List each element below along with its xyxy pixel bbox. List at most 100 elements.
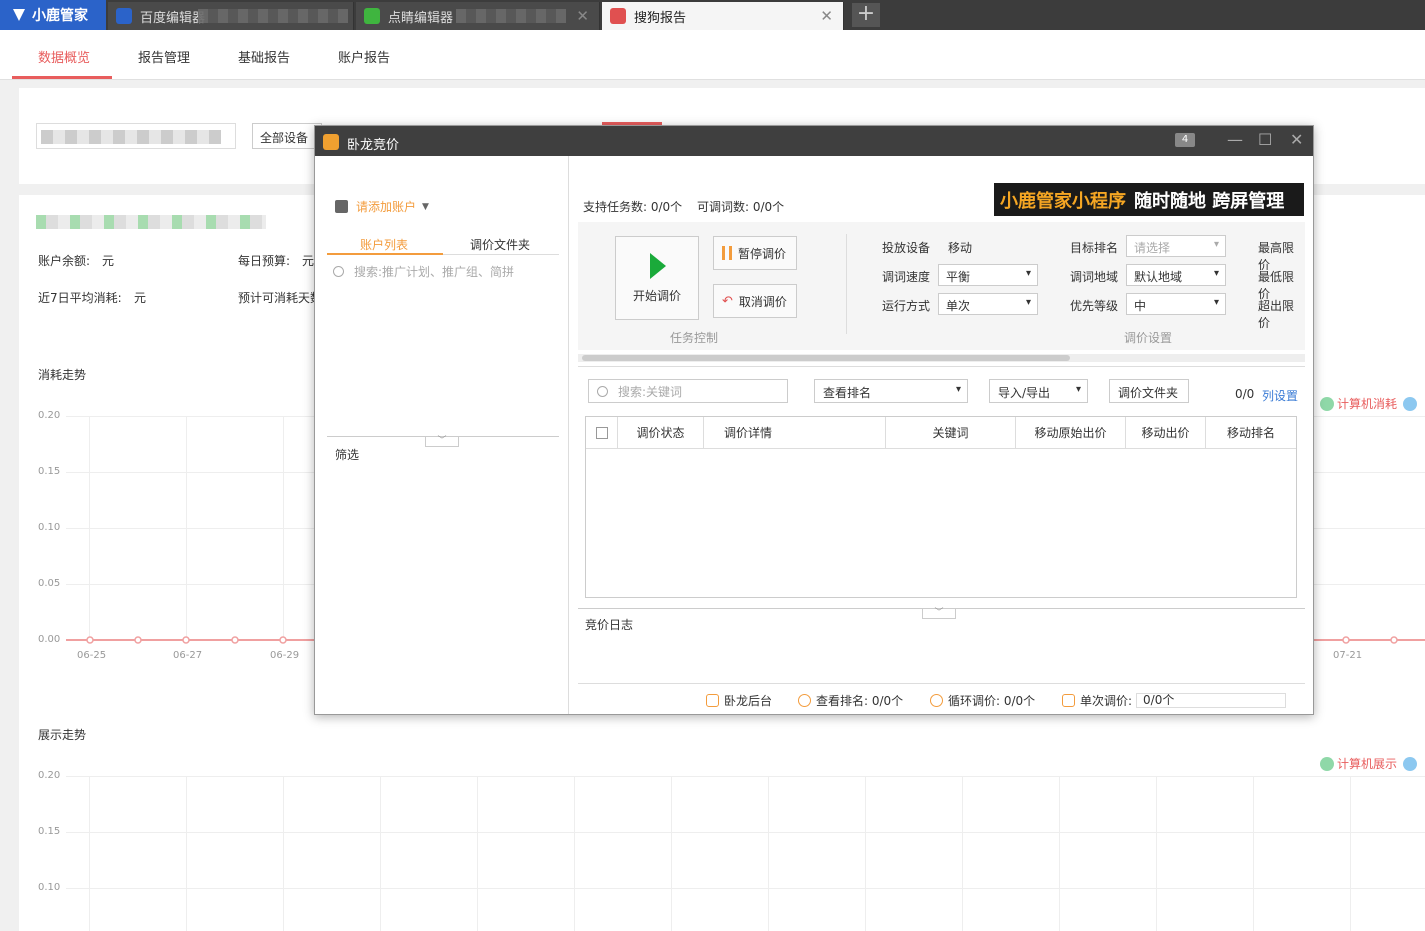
maximize-icon[interactable]: ☐ (1258, 130, 1272, 149)
mode-select[interactable]: 单次 (938, 293, 1038, 315)
cancel-label: 取消调价 (738, 294, 787, 309)
avg7-label: 近7日平均消耗: (38, 291, 122, 305)
nav-overview[interactable]: 数据概览 (38, 47, 90, 66)
balance-unit: 元 (102, 254, 115, 268)
close-icon[interactable]: ✕ (820, 7, 833, 25)
import-export-button[interactable]: 导入/导出 (989, 379, 1088, 403)
grid-line (1350, 776, 1351, 931)
add-account-button[interactable]: 请添加账户 ▼ (335, 198, 429, 215)
blurred-region (198, 9, 348, 23)
region-select[interactable]: 默认地域 (1126, 264, 1226, 286)
chart1-legend[interactable]: 计算机消耗 (1320, 395, 1420, 412)
keyword-search-input[interactable]: 搜索:关键词 (588, 379, 788, 403)
account-pane: 请添加账户 ▼ 账户列表 调价文件夹 搜索:推广计划、推广组、简拼 ﹀ 筛选 (315, 156, 569, 714)
avg7-unit: 元 (134, 291, 147, 305)
promo-app-name: 小鹿管家小程序 (1000, 190, 1126, 212)
device-select[interactable]: 全部设备 (252, 123, 322, 149)
tab-account-list[interactable]: 账户列表 (360, 236, 408, 253)
single-bid-status[interactable]: 单次调价: 0/0个 (1062, 692, 1287, 709)
price-folder-button[interactable]: 调价文件夹 (1109, 379, 1189, 403)
blurred-account-name (36, 215, 266, 229)
close-icon[interactable]: ✕ (1290, 130, 1303, 149)
collapse-toggle-icon[interactable]: ﹀ (425, 437, 459, 447)
notification-badge[interactable]: 4 (1175, 133, 1195, 147)
kw-search-placeholder: 搜索:关键词 (618, 384, 683, 399)
scrollbar-thumb[interactable] (582, 355, 1070, 361)
account-search-input[interactable]: 搜索:推广计划、推广组、简拼 (333, 263, 514, 280)
grid-line (186, 776, 187, 931)
close-icon[interactable]: ✕ (576, 7, 589, 25)
minimize-icon[interactable]: — (1227, 130, 1243, 149)
tab-price-folder[interactable]: 调价文件夹 (470, 236, 530, 253)
dialog-titlebar[interactable]: 卧龙竞价 4 — ☐ ✕ (315, 126, 1313, 156)
nav-account-report[interactable]: 账户报告 (338, 47, 390, 66)
grid-line (186, 416, 187, 640)
start-label: 开始调价 (632, 289, 681, 303)
select-all-cell (586, 417, 618, 449)
start-bidding-button[interactable]: 开始调价 (615, 236, 699, 320)
tab-label: 百度编辑器 (140, 10, 206, 26)
y-tick: 0.15 (38, 466, 61, 477)
col-mobile-bid[interactable]: 移动出价 (1126, 417, 1206, 449)
bidding-pane: 支持任务数: 0/0个 可调词数: 0/0个 小鹿管家小程序 随时随地 跨屏管理… (570, 156, 1313, 714)
view-rank-status[interactable]: 查看排名: 0/0个 (798, 692, 903, 709)
select-all-checkbox[interactable] (596, 427, 608, 439)
filter-label[interactable]: 筛选 (335, 446, 359, 463)
tab-baidu-editor[interactable]: 百度编辑器 (108, 2, 354, 30)
view-rank-select[interactable]: 查看排名 (814, 379, 968, 403)
grid-line (768, 776, 769, 931)
refresh-icon (930, 694, 943, 707)
chart2-legend[interactable]: 计算机展示 (1320, 755, 1420, 772)
wolong-backend-link[interactable]: 卧龙后台 (706, 692, 772, 709)
control-box: 开始调价 暂停调价 ↶ 取消调价 任务控制 调价设置 投放设备 移动 调词速度 … (578, 222, 1305, 350)
consumption-line-right (1314, 636, 1425, 644)
pause-icon (722, 246, 732, 260)
grid-line (865, 776, 866, 931)
baidu-editor-favicon-icon (116, 8, 132, 24)
keyword-list-box: 搜索:关键词 查看排名 导入/导出 调价文件夹 0/0 列设置 调价状态 调价详… (578, 366, 1305, 606)
undo-icon: ↶ (722, 293, 733, 309)
search-icon (333, 266, 344, 277)
nav-report-manage[interactable]: 报告管理 (138, 47, 190, 66)
task-control-label: 任务控制 (670, 331, 719, 345)
promo-banner[interactable]: 小鹿管家小程序 随时随地 跨屏管理 (994, 183, 1304, 216)
col-detail[interactable]: 调价详情 (704, 417, 886, 449)
section-divider (846, 234, 847, 334)
pause-bidding-button[interactable]: 暂停调价 (713, 236, 797, 270)
col-original-bid[interactable]: 移动原始出价 (1016, 417, 1126, 449)
tab-sogou-report[interactable]: 搜狗报告 ✕ (602, 2, 844, 30)
grid-line (89, 776, 90, 931)
col-keyword[interactable]: 关键词 (886, 417, 1016, 449)
grid-line (380, 776, 381, 931)
horizontal-scrollbar[interactable] (578, 354, 1305, 362)
log-toggle-icon[interactable]: ﹀ (922, 609, 956, 619)
single-status-value: 0/0个 (1136, 693, 1287, 708)
loop-bid-status[interactable]: 循环调价: 0/0个 (930, 692, 1035, 709)
user-icon (335, 200, 348, 213)
col-mobile-rank[interactable]: 移动排名 (1206, 417, 1296, 449)
col-status[interactable]: 调价状态 (618, 417, 704, 449)
pause-label: 暂停调价 (738, 246, 787, 261)
account-selector[interactable] (36, 123, 236, 149)
cancel-bidding-button[interactable]: ↶ 取消调价 (713, 284, 797, 318)
chart2-title: 展示走势 (38, 728, 87, 742)
x-tick: 07-21 (1333, 650, 1363, 661)
sogou-report-favicon-icon (610, 8, 626, 24)
add-account-label: 请添加账户 (356, 200, 417, 214)
column-settings-link[interactable]: 列设置 (1262, 387, 1298, 404)
bid-log-label: 竞价日志 (585, 618, 634, 632)
brand-logo[interactable]: 小鹿管家 (0, 0, 106, 30)
daily-budget-label: 每日预算: (238, 254, 291, 268)
dianjing-editor-favicon-icon (364, 8, 380, 24)
priority-select[interactable]: 中 (1126, 293, 1226, 315)
x-tick: 06-29 (270, 650, 300, 661)
grid-line (1156, 776, 1157, 931)
target-rank-select[interactable]: 请选择 (1126, 235, 1226, 257)
tab-dianjing-editor[interactable]: 点睛编辑器 ✕ (356, 2, 600, 30)
speed-select[interactable]: 平衡 (938, 264, 1038, 286)
play-icon (650, 253, 666, 279)
nav-basic-report[interactable]: 基础报告 (238, 47, 290, 66)
new-tab-button[interactable]: + (852, 3, 880, 27)
top-nav: 数据概览 报告管理 基础报告 账户报告 (0, 30, 1425, 80)
grid-line (89, 416, 90, 640)
